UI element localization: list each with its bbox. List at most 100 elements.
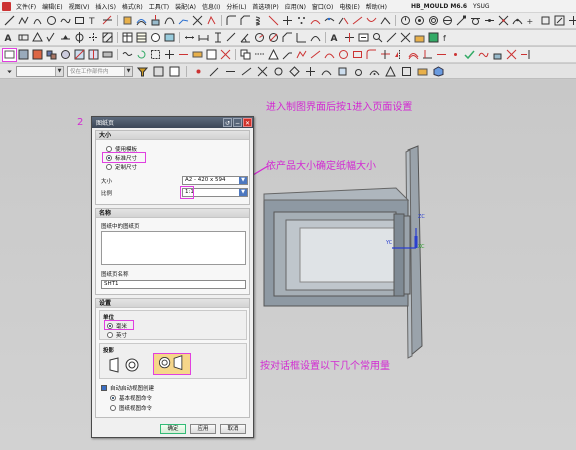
sketch-line-icon[interactable] xyxy=(309,49,322,61)
parallel-dim-icon[interactable] xyxy=(225,32,238,44)
feature-control-frame-icon[interactable] xyxy=(17,32,30,44)
menu-tools[interactable]: 工具(T) xyxy=(146,2,172,11)
radio-button[interactable] xyxy=(110,395,116,401)
edit-curve-icon[interactable] xyxy=(323,15,336,27)
snap-quadrant-icon[interactable] xyxy=(288,65,301,77)
sketch-spline-icon[interactable] xyxy=(477,49,490,61)
parts-list-icon[interactable] xyxy=(135,32,148,44)
transform-icon[interactable] xyxy=(121,15,134,27)
menu-insert[interactable]: 插入(S) xyxy=(92,2,119,11)
snap-existing-icon[interactable] xyxy=(304,65,317,77)
cross-icon[interactable] xyxy=(399,32,412,44)
snap-bounded-icon[interactable] xyxy=(400,65,413,77)
new-sheet-icon[interactable] xyxy=(2,47,17,62)
menu-window[interactable]: 窗口(O) xyxy=(309,2,336,11)
snap-pole-icon[interactable] xyxy=(384,65,397,77)
apply-button[interactable]: 应用 xyxy=(190,424,216,434)
sketch-arc-icon[interactable] xyxy=(323,49,336,61)
align-view-icon[interactable] xyxy=(177,49,190,61)
angular-dim-icon[interactable] xyxy=(239,32,252,44)
annotation-icon[interactable]: A xyxy=(3,32,16,44)
arc-icon[interactable] xyxy=(31,15,44,27)
annotation-edit-icon[interactable]: A xyxy=(329,32,342,44)
snap-center-icon[interactable] xyxy=(272,65,285,77)
horizontal-dim-icon[interactable] xyxy=(197,32,210,44)
spline-icon[interactable] xyxy=(59,15,72,27)
circle-icon[interactable] xyxy=(45,15,58,27)
menu-ysug[interactable]: YSUG xyxy=(470,3,493,10)
menu-edit[interactable]: 编辑(E) xyxy=(39,2,65,11)
sketch-point-icon[interactable] xyxy=(449,49,462,61)
snap-control-icon[interactable] xyxy=(240,65,253,77)
sketch-rect-icon[interactable] xyxy=(351,49,364,61)
measure-icon[interactable] xyxy=(385,32,398,44)
reset-button[interactable]: ↺ xyxy=(223,118,232,127)
endpoint-icon[interactable] xyxy=(455,15,468,27)
polyline-icon[interactable] xyxy=(17,15,30,27)
color-icon[interactable] xyxy=(427,32,440,44)
point-on-curve-icon[interactable] xyxy=(511,15,524,27)
point-icon[interactable] xyxy=(281,15,294,27)
menu-file[interactable]: 文件(F) xyxy=(13,2,39,11)
sketch-finish-icon[interactable] xyxy=(463,49,476,61)
ok-button[interactable]: 确定 xyxy=(160,424,186,434)
rectangle-icon[interactable] xyxy=(73,15,86,27)
sketch-icon[interactable] xyxy=(295,49,308,61)
intersect-curve-icon[interactable] xyxy=(191,15,204,27)
sketch-mirror-icon[interactable] xyxy=(393,49,406,61)
leader-icon[interactable] xyxy=(281,49,294,61)
hatch-icon[interactable] xyxy=(101,32,114,44)
text-icon[interactable]: T xyxy=(87,15,100,27)
size-dropdown[interactable]: A2 - 420 x 594 ▼ xyxy=(182,176,248,185)
radio-base-view-command[interactable]: 基本视图命令 xyxy=(110,394,152,402)
radio-drawing-view-command[interactable]: 图纸视图命令 xyxy=(110,404,152,412)
view-dependent-edit-icon[interactable] xyxy=(191,49,204,61)
menu-view[interactable]: 视图(V) xyxy=(66,2,93,11)
menu-help[interactable]: 帮助(H) xyxy=(363,2,390,11)
divide-curve-icon[interactable] xyxy=(337,15,350,27)
close-button[interactable]: ✕ xyxy=(243,118,252,127)
datum-icon[interactable] xyxy=(31,32,44,44)
surface-finish-icon[interactable] xyxy=(45,32,58,44)
balloon-icon[interactable] xyxy=(149,32,162,44)
font-icon[interactable]: f xyxy=(441,32,454,44)
detail-view-icon[interactable] xyxy=(59,49,72,61)
extract-curve-icon[interactable] xyxy=(205,15,218,27)
dimension-icon[interactable] xyxy=(183,32,196,44)
diameter-dim-icon[interactable] xyxy=(267,32,280,44)
snap-on-face-icon[interactable] xyxy=(336,65,349,77)
clock-icon[interactable] xyxy=(399,15,412,27)
menu-format[interactable]: 格式(R) xyxy=(119,2,146,11)
ring-icon[interactable] xyxy=(427,15,440,27)
origin-tool-icon[interactable] xyxy=(343,32,356,44)
auto-start-checkbox[interactable] xyxy=(101,385,107,391)
menu-information[interactable]: 信息(I) xyxy=(199,2,223,11)
move-view-icon[interactable] xyxy=(163,49,176,61)
type-filter-combo[interactable]: ▼ xyxy=(16,65,64,77)
radio-button[interactable] xyxy=(107,332,113,338)
midpoint-icon[interactable] xyxy=(483,15,496,27)
part-model[interactable] xyxy=(256,136,446,386)
quadrant-icon[interactable] xyxy=(441,15,454,27)
section-view-icon[interactable] xyxy=(73,49,86,61)
auto-start-checkbox-row[interactable]: 自动启动视图创建 xyxy=(101,384,154,392)
arc-length-dim-icon[interactable] xyxy=(309,32,322,44)
open-sheet-icon[interactable] xyxy=(17,49,30,61)
radio-button[interactable] xyxy=(110,405,116,411)
search-icon[interactable] xyxy=(371,32,384,44)
scope-filter-combo[interactable]: 仅在工作部件内 ▼ xyxy=(67,65,133,77)
sketch-fillet-icon[interactable] xyxy=(365,49,378,61)
curve-length-icon[interactable] xyxy=(351,15,364,27)
stretch-icon[interactable] xyxy=(379,15,392,27)
base-view-icon[interactable] xyxy=(31,49,44,61)
fit-icon[interactable] xyxy=(567,15,576,27)
snap-point-icon[interactable] xyxy=(192,65,205,77)
sketch-circle-icon[interactable] xyxy=(337,49,350,61)
sketch-project-icon[interactable] xyxy=(491,49,504,61)
sketch-dim-icon[interactable] xyxy=(435,49,448,61)
settings-section-header[interactable]: 设置 xyxy=(96,299,249,308)
sketch-constraint-icon[interactable] xyxy=(421,49,434,61)
select-all-icon[interactable] xyxy=(152,65,165,77)
table-icon[interactable] xyxy=(121,32,134,44)
name-section-header[interactable]: 名称 xyxy=(96,209,249,218)
